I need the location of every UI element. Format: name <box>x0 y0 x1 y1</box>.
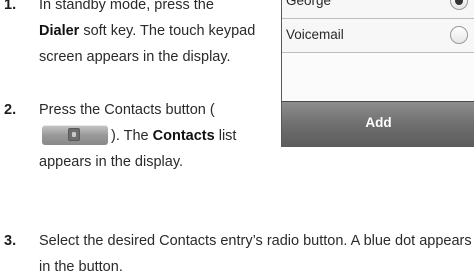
contacts-book-icon <box>68 128 80 142</box>
contact-name: George <box>286 0 332 8</box>
contact-row-voicemail[interactable]: Voicemail <box>282 19 474 53</box>
contacts-button-icon <box>42 125 108 146</box>
step-3: 3. Select the desired Contacts entry’s r… <box>4 228 474 280</box>
step-text-part: ). The <box>111 128 153 144</box>
add-button-label: Add <box>365 115 392 130</box>
contact-row-george[interactable]: George <box>282 0 474 19</box>
step-1: 1. In standby mode, press the Dialer soft… <box>4 0 260 70</box>
step-text: In standby mode, press the Dialer soft ke… <box>39 0 260 70</box>
step-number: 2. <box>4 102 17 118</box>
step-text-bold: Dialer <box>39 23 80 39</box>
step-2: 2. Press the Contacts button ( ). The Con… <box>4 97 260 175</box>
step-text-part: Press the Contacts button ( <box>39 102 215 118</box>
radio-button-selected[interactable] <box>450 0 468 10</box>
step-text-part: In standby mode, press the <box>39 0 214 13</box>
step-number: 1. <box>4 0 17 13</box>
step-text: Select the desired Contacts entry’s radi… <box>39 233 472 275</box>
phone-contacts-screen: George Voicemail Add <box>281 0 474 147</box>
list-empty-area <box>282 53 474 103</box>
add-button[interactable]: Add <box>282 101 474 146</box>
contact-name: Voicemail <box>286 27 344 42</box>
step-text-bold: Contacts <box>152 128 215 144</box>
step-text: Press the Contacts button ( ). The Contac… <box>39 97 260 175</box>
step-number: 3. <box>4 233 17 249</box>
radio-button[interactable] <box>450 26 468 44</box>
